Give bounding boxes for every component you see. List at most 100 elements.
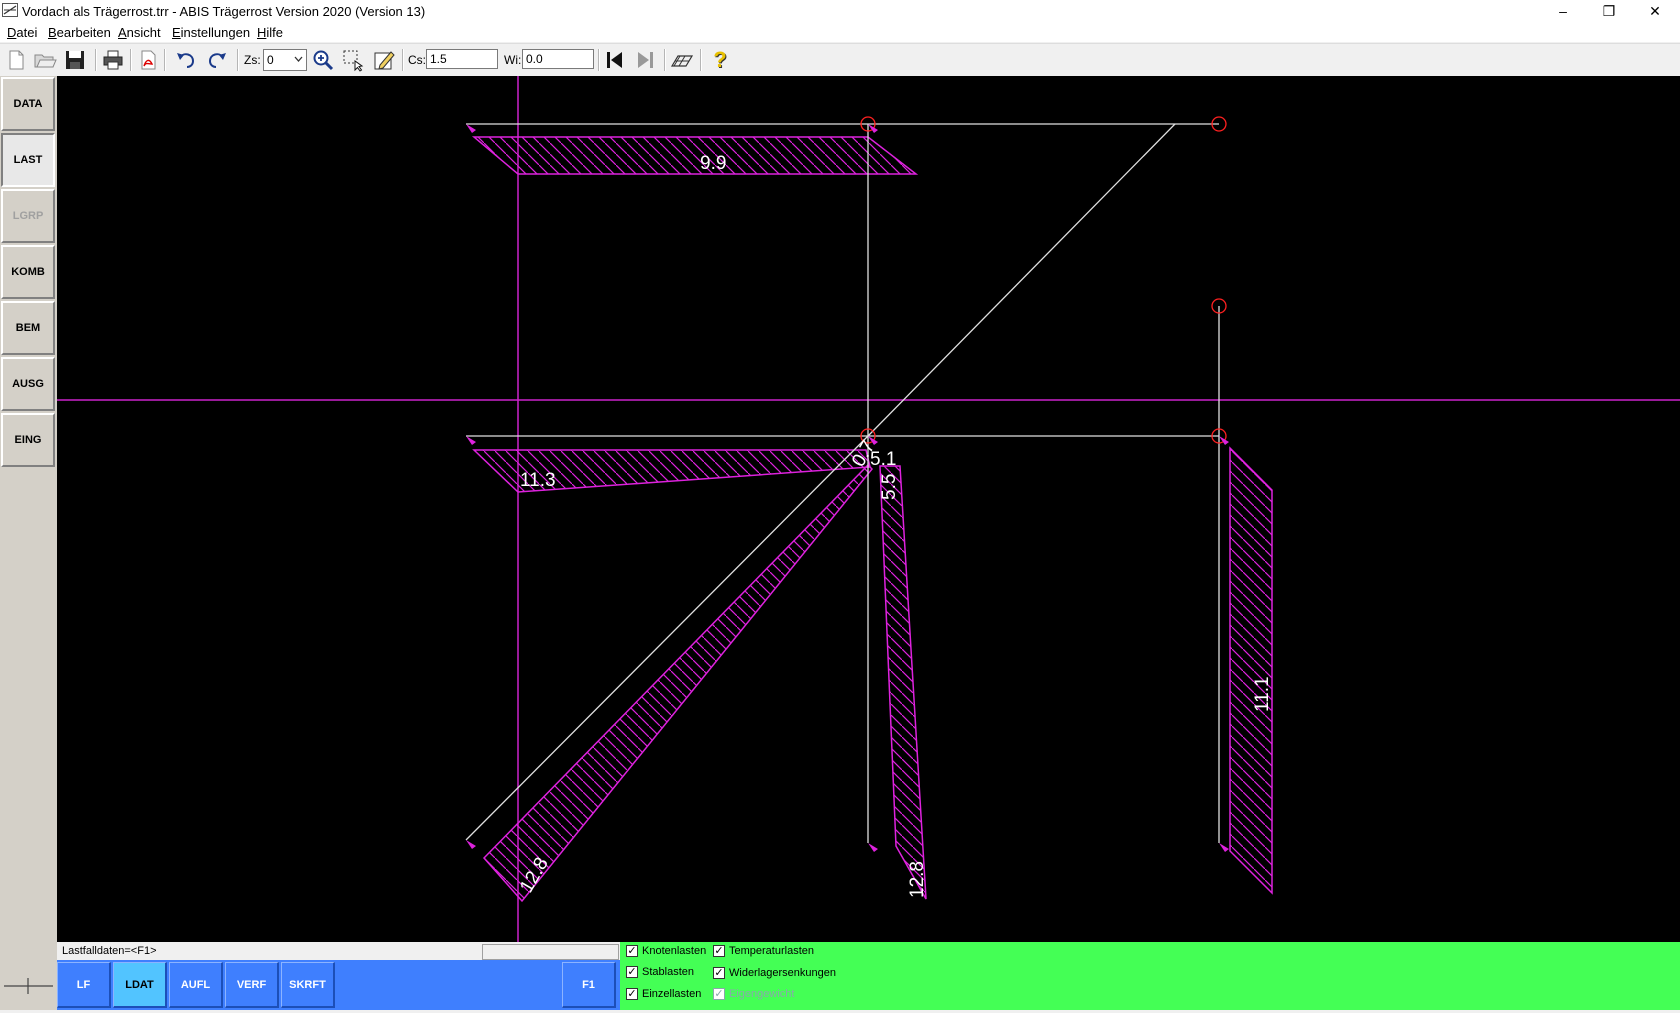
- filter-eigengewicht: ✓ Eigengewicht: [713, 988, 794, 1000]
- checkbox-checked-icon: ✓: [626, 945, 638, 957]
- crosshair-icon[interactable]: [0, 962, 57, 1010]
- node-arrow: [466, 124, 476, 133]
- sidebar-button-eing[interactable]: EING: [1, 413, 55, 467]
- zoom-window-icon[interactable]: [341, 48, 365, 72]
- chevron-down-icon: [294, 56, 303, 62]
- skrft-button[interactable]: SKRFT: [281, 962, 335, 1008]
- menu-hilfe[interactable]: Hilfe: [257, 25, 283, 40]
- close-button[interactable]: ✕: [1632, 0, 1678, 22]
- filter-einzellasten[interactable]: ✓ Einzellasten: [626, 988, 701, 1000]
- menu-hilfe-rest: ilfe: [266, 25, 284, 40]
- filter-stablasten[interactable]: ✓ Stablasten: [626, 966, 694, 978]
- ldat-button[interactable]: LDAT: [113, 962, 167, 1008]
- load-filter-panel: ✓ Knotenlasten ✓ Stablasten ✓ Einzellasten …: [620, 942, 1680, 1010]
- sidebar: DATA LAST LGRP KOMB BEM AUSG EING: [0, 76, 57, 962]
- menu-bearbeiten[interactable]: Bearbeiten: [48, 25, 111, 40]
- edit-icon[interactable]: [372, 48, 396, 72]
- toolbar-separator: [402, 49, 404, 71]
- bottom-left-panel: [0, 962, 57, 1010]
- grid-view-icon[interactable]: [670, 48, 694, 72]
- toolbar-separator: [237, 49, 239, 71]
- menu-bearbeiten-accel: B: [48, 25, 57, 40]
- load-value-center-c: 5.5: [879, 474, 900, 500]
- beam-diagonal-lower: [465, 435, 869, 841]
- menu-einstellungen[interactable]: Einstellungen: [172, 25, 250, 40]
- redo-icon[interactable]: [205, 48, 229, 72]
- sidebar-button-bem[interactable]: BEM: [1, 301, 55, 355]
- lf-button[interactable]: LF: [57, 962, 111, 1008]
- sidebar-button-lgrp: LGRP: [1, 189, 55, 243]
- load-area-right: [1229, 446, 1273, 895]
- drawing-canvas[interactable]: 9.9 11.3 0.7 5.1 5.5 12.8 12.8 11.1: [57, 76, 1680, 942]
- sidebar-button-komb[interactable]: KOMB: [1, 245, 55, 299]
- checkbox-checked-icon: ✓: [626, 988, 638, 1000]
- menu-datei[interactable]: Datei: [7, 25, 37, 40]
- toolbar-separator: [130, 49, 132, 71]
- verf-button[interactable]: VERF: [225, 962, 279, 1008]
- sidebar-button-data[interactable]: DATA: [1, 77, 55, 131]
- pdf-export-icon[interactable]: [136, 48, 160, 72]
- cs-label: Cs:: [408, 53, 426, 67]
- zs-label: Zs:: [244, 53, 261, 67]
- wi-label: Wi:: [504, 53, 522, 67]
- undo-icon[interactable]: [174, 48, 198, 72]
- next-icon[interactable]: [633, 48, 657, 72]
- save-icon[interactable]: [63, 48, 87, 72]
- sidebar-button-last[interactable]: LAST: [1, 133, 55, 187]
- node-arrow: [868, 843, 878, 852]
- checkbox-checked-icon: ✓: [626, 966, 638, 978]
- help-icon[interactable]: ?: [708, 48, 732, 72]
- filter-label: Eigengewicht: [729, 988, 795, 1000]
- load-value-center-b: 5.1: [870, 449, 896, 470]
- toolbar-separator: [598, 49, 600, 71]
- filter-knotenlasten[interactable]: ✓ Knotenlasten: [626, 945, 706, 957]
- load-area-middle: [879, 465, 927, 900]
- f1-button[interactable]: F1: [562, 962, 616, 1008]
- print-icon[interactable]: [101, 48, 125, 72]
- load-area-diagonal: [482, 463, 874, 903]
- wi-input[interactable]: [522, 49, 594, 69]
- filter-widerlagersenkungen[interactable]: ✓ Widerlagersenkungen: [713, 967, 836, 979]
- load-value-middle-bottom: 12.8: [907, 861, 928, 898]
- menu-ansicht-accel: A: [118, 25, 127, 40]
- filter-label: Einzellasten: [642, 988, 702, 1000]
- load-area-top: [471, 136, 919, 175]
- menu-bar: Datei Bearbeiten Ansicht Einstellungen H…: [0, 22, 1680, 42]
- open-folder-icon[interactable]: [33, 48, 57, 72]
- previous-icon[interactable]: [603, 48, 627, 72]
- zoom-in-icon[interactable]: [311, 48, 335, 72]
- node-arrow: [466, 436, 476, 445]
- filter-label: Temperaturlasten: [729, 945, 814, 957]
- menu-ansicht[interactable]: Ansicht: [118, 25, 161, 40]
- toolbar-separator: [164, 49, 166, 71]
- node-arrow: [868, 124, 878, 133]
- new-file-icon[interactable]: [4, 48, 28, 72]
- load-value-left: 11.3: [520, 470, 556, 491]
- toolbar: Zs: 0 Cs: Wi: ?: [0, 43, 1680, 77]
- zs-value: 0: [267, 53, 274, 67]
- restore-button[interactable]: ❐: [1586, 0, 1632, 22]
- menu-datei-rest: atei: [16, 25, 38, 40]
- checkbox-checked-icon: ✓: [713, 967, 725, 979]
- menu-einstellungen-rest: instellungen: [180, 25, 251, 40]
- window-title: Vordach als Trägerrost.trr - ABIS Träger…: [22, 4, 426, 19]
- menu-datei-accel: D: [7, 25, 17, 40]
- node-arrow: [1219, 436, 1229, 445]
- filter-label: Widerlagersenkungen: [729, 967, 837, 979]
- menu-ansicht-rest: nsicht: [126, 25, 161, 40]
- cs-input[interactable]: [426, 49, 498, 69]
- structure-drawing: 9.9 11.3 0.7 5.1 5.5 12.8 12.8 11.1: [57, 76, 1680, 942]
- aufl-button[interactable]: AUFL: [169, 962, 223, 1008]
- filter-label: Stablasten: [642, 966, 694, 978]
- status-text: Lastfalldaten=<F1>: [62, 945, 157, 957]
- toolbar-separator: [664, 49, 666, 71]
- sidebar-button-ausg[interactable]: AUSG: [1, 357, 55, 411]
- load-value-right: 11.1: [1252, 676, 1273, 712]
- minimize-button[interactable]: –: [1540, 0, 1586, 22]
- node-arrow: [466, 840, 476, 849]
- filter-temperaturlasten[interactable]: ✓ Temperaturlasten: [713, 945, 814, 957]
- app-icon: [2, 3, 18, 17]
- node-arrow: [1219, 843, 1229, 852]
- zs-select[interactable]: 0: [263, 49, 307, 71]
- title-bar: Vordach als Trägerrost.trr - ABIS Träger…: [0, 0, 1680, 22]
